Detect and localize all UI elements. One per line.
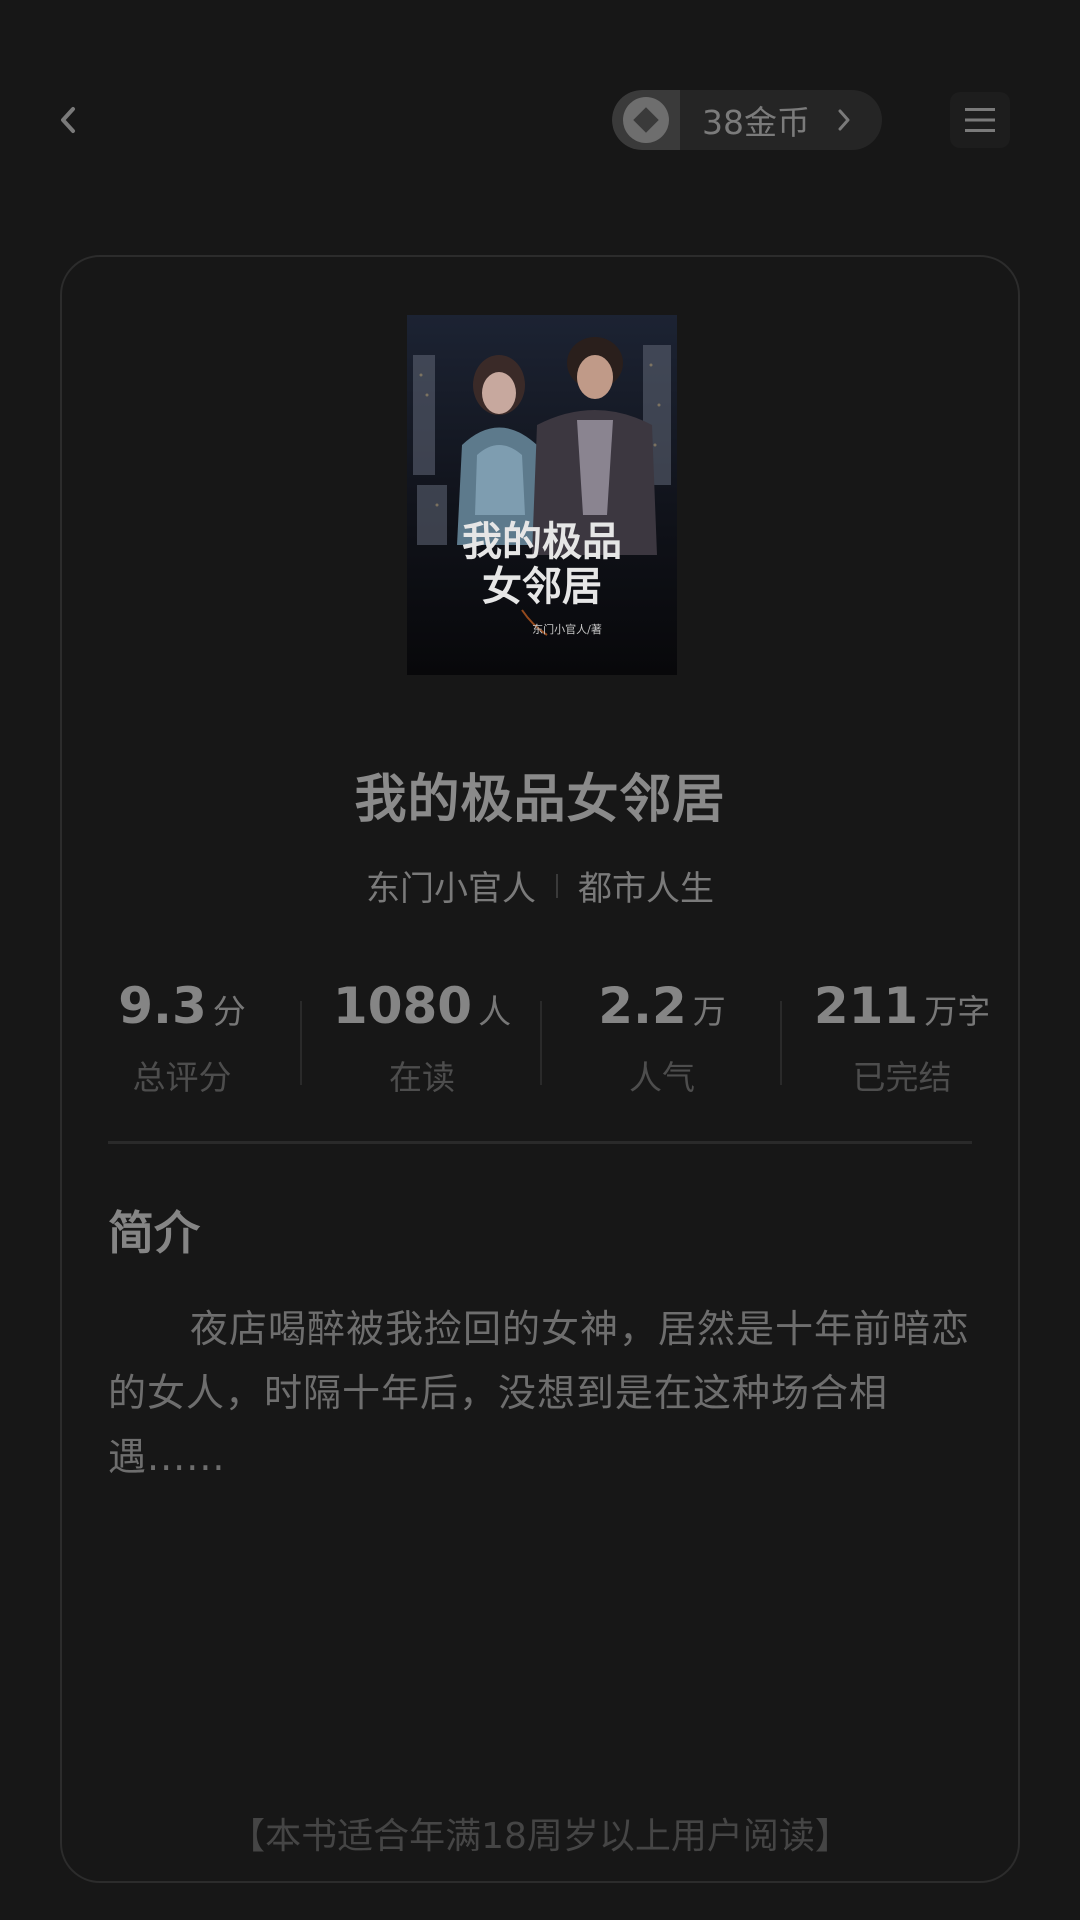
stat-popularity: 2.2 万 人气 — [542, 977, 782, 1099]
stat-label: 在读 — [389, 1058, 455, 1097]
back-button[interactable] — [48, 96, 88, 144]
stat-unit: 万 — [692, 992, 726, 1031]
stat-word-count: 211 万字 已完结 — [782, 977, 1022, 1099]
coin-icon — [612, 90, 680, 150]
section-divider — [108, 1141, 972, 1144]
stat-unit: 万字 — [924, 992, 991, 1031]
author-link[interactable]: 东门小官人 — [366, 861, 536, 910]
stat-unit: 人 — [478, 992, 512, 1031]
stats-row: 9.3 分 总评分 1080 人 在读 2.2 万 人气 211 万字 已完结 — [62, 977, 1018, 1097]
stat-label: 总评分 — [132, 1058, 232, 1097]
chevron-left-icon — [61, 107, 75, 133]
cover-author-credit: 东门小官人/著 — [532, 622, 602, 636]
book-title: 我的极品女邻居 — [354, 770, 726, 830]
stat-value: 1080 — [332, 977, 473, 1035]
book-cover[interactable]: 我的极品 女邻居 东门小官人/著 — [407, 315, 677, 675]
coin-balance-label: 38金币 — [702, 103, 810, 142]
coin-balance-button[interactable]: 38金币 — [612, 90, 882, 150]
menu-button[interactable] — [950, 92, 1010, 148]
menu-icon — [965, 108, 995, 132]
stat-readers: 1080 人 在读 — [302, 977, 542, 1099]
stat-value: 9.3 — [118, 977, 207, 1035]
stat-rating: 9.3 分 总评分 — [62, 977, 302, 1099]
category-link[interactable]: 都市人生 — [578, 861, 714, 910]
age-restriction-note: 【本书适合年满18周岁以上用户阅读】 — [229, 1816, 851, 1857]
book-detail-card: 我的极品 女邻居 东门小官人/著 我的极品女邻居 东门小官人 都市人生 9.3 分… — [60, 255, 1020, 1883]
stat-unit: 分 — [212, 992, 246, 1031]
stat-label: 人气 — [629, 1058, 695, 1097]
book-meta: 东门小官人 都市人生 — [62, 861, 1018, 910]
cover-title-line2: 女邻居 — [482, 564, 602, 610]
meta-divider — [556, 873, 558, 898]
stat-value: 211 — [813, 977, 919, 1035]
chevron-right-icon — [824, 107, 864, 133]
intro-heading: 简介 — [108, 1206, 200, 1260]
stat-label: 已完结 — [852, 1058, 952, 1097]
stat-value: 2.2 — [598, 977, 687, 1035]
intro-text: 夜店喝醉被我捡回的女神，居然是十年前暗恋的女人，时隔十年后，没想到是在这种场合相… — [108, 1307, 971, 1479]
cover-title-line1: 我的极品 — [462, 519, 622, 565]
